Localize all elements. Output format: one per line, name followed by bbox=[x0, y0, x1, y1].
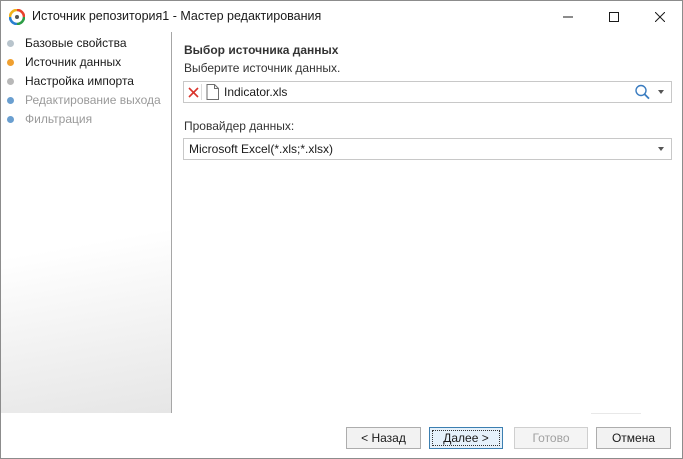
file-icon bbox=[206, 84, 219, 100]
wizard-steps-panel: Базовые свойства Источник данных Настрой… bbox=[1, 32, 171, 413]
close-icon bbox=[655, 11, 665, 22]
maximize-icon bbox=[609, 11, 619, 22]
search-button[interactable] bbox=[634, 84, 652, 100]
step-dot-icon bbox=[7, 77, 14, 85]
footer-divider bbox=[591, 413, 641, 414]
data-source-value: Indicator.xls bbox=[224, 85, 288, 99]
section-hint: Выберите источник данных. bbox=[184, 61, 341, 75]
step-dot-icon bbox=[7, 115, 14, 123]
app-logo-icon bbox=[8, 8, 26, 26]
next-button-label: Далее > bbox=[443, 431, 489, 445]
clear-icon bbox=[188, 86, 199, 98]
section-title: Выбор источника данных bbox=[184, 43, 339, 57]
clear-button[interactable] bbox=[186, 84, 202, 100]
search-icon bbox=[635, 84, 650, 100]
provider-value: Microsoft Excel(*.xls;*.xlsx) bbox=[189, 142, 334, 156]
data-source-combo[interactable]: Indicator.xls bbox=[183, 81, 672, 103]
step-label: Источник данных bbox=[25, 55, 122, 69]
close-button[interactable] bbox=[637, 1, 683, 32]
step-label: Базовые свойства bbox=[25, 36, 127, 50]
maximize-button[interactable] bbox=[591, 1, 637, 32]
next-button[interactable]: Далее > bbox=[429, 427, 503, 449]
step-data-source[interactable]: Источник данных bbox=[7, 54, 121, 70]
wizard-window: Источник репозитория1 - Мастер редактиро… bbox=[0, 0, 683, 459]
cancel-button[interactable]: Отмена bbox=[596, 427, 671, 449]
back-button[interactable]: < Назад bbox=[346, 427, 421, 449]
step-edit-output: Редактирование выхода bbox=[7, 92, 161, 108]
step-basic-properties[interactable]: Базовые свойства bbox=[7, 35, 127, 51]
title-bar[interactable]: Источник репозитория1 - Мастер редактиро… bbox=[1, 1, 682, 32]
provider-select[interactable]: Microsoft Excel(*.xls;*.xlsx) bbox=[183, 138, 672, 160]
minimize-icon bbox=[563, 16, 573, 17]
chevron-down-icon[interactable] bbox=[658, 147, 664, 151]
step-filtering: Фильтрация bbox=[7, 111, 92, 127]
step-label: Настройка импорта bbox=[25, 74, 134, 88]
step-dot-icon bbox=[7, 58, 14, 66]
window-title: Источник репозитория1 - Мастер редактиро… bbox=[32, 9, 322, 23]
step-label: Редактирование выхода bbox=[25, 93, 161, 107]
finish-button: Готово bbox=[514, 427, 588, 449]
step-label: Фильтрация bbox=[25, 112, 93, 126]
step-dot-icon bbox=[7, 96, 14, 104]
provider-label: Провайдер данных: bbox=[184, 119, 295, 133]
chevron-down-icon[interactable] bbox=[658, 90, 664, 94]
minimize-button[interactable] bbox=[545, 1, 591, 32]
step-import-settings[interactable]: Настройка импорта bbox=[7, 73, 134, 89]
step-dot-icon bbox=[7, 39, 14, 47]
panel-divider bbox=[171, 32, 172, 413]
